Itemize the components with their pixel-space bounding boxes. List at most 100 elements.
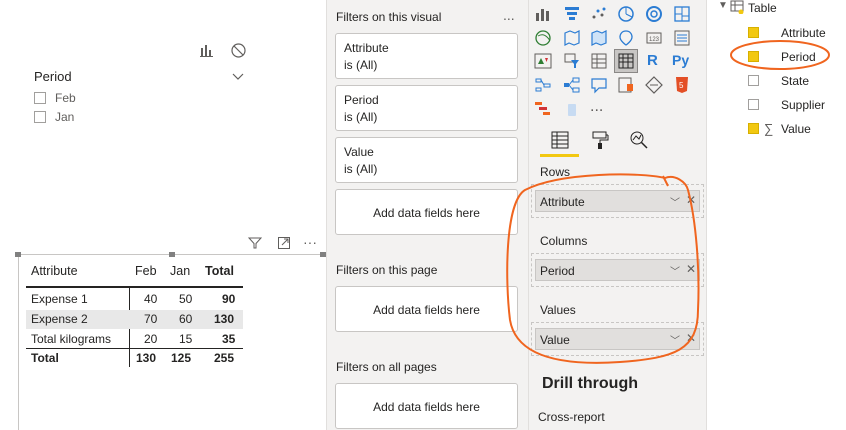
- analytics-icon[interactable]: [629, 130, 649, 153]
- field-label[interactable]: State: [781, 74, 809, 88]
- collapse-caret-icon[interactable]: ▼: [718, 0, 728, 11]
- table-row[interactable]: Total kilograms 20 15 35: [26, 330, 243, 349]
- scatter-chart-icon[interactable]: [590, 5, 608, 23]
- cell: 50: [179, 292, 193, 306]
- cross-report-label: Cross-report: [538, 410, 605, 424]
- cell-total: 35: [222, 332, 236, 346]
- cell: 70: [144, 312, 158, 326]
- slicer-icon[interactable]: [563, 52, 581, 70]
- more-visuals-icon[interactable]: ...: [590, 98, 603, 116]
- donut-chart-icon[interactable]: [645, 5, 663, 23]
- slicer-checkbox[interactable]: [34, 111, 46, 123]
- multirow-card-icon[interactable]: [673, 29, 691, 47]
- treemap-icon[interactable]: [673, 5, 691, 23]
- field-checkbox-value[interactable]: [748, 123, 759, 134]
- filter-card-state: is (All): [344, 110, 378, 124]
- kpi-icon[interactable]: [534, 52, 552, 70]
- row-label: Total kilograms: [31, 332, 112, 346]
- matrix-icon-selected[interactable]: [614, 49, 638, 73]
- narrative-icon[interactable]: [617, 76, 635, 94]
- filter-card-value[interactable]: Value is (All): [335, 137, 518, 183]
- filter-card-state: is (All): [344, 162, 378, 176]
- html-content-icon[interactable]: 5: [673, 76, 691, 94]
- table-row[interactable]: Expense 2 70 60 130: [26, 310, 243, 329]
- pie-chart-icon[interactable]: [617, 5, 635, 23]
- python-visual-icon[interactable]: Py: [672, 52, 689, 68]
- decomposition-tree-icon[interactable]: [563, 76, 581, 94]
- field-checkbox-state[interactable]: [748, 75, 759, 86]
- filter-card-attribute[interactable]: Attribute is (All): [335, 33, 518, 79]
- r-visual-icon[interactable]: R: [647, 52, 658, 69]
- filter-icon[interactable]: [247, 236, 263, 253]
- resize-handle[interactable]: [15, 252, 21, 257]
- map-icon[interactable]: [534, 29, 552, 47]
- field-checkbox-attribute[interactable]: [748, 27, 759, 38]
- field-label[interactable]: Value: [781, 122, 811, 136]
- slicer-title: Period: [34, 69, 72, 84]
- chart-format-icon[interactable]: [199, 42, 215, 61]
- cell-total: 255: [214, 351, 235, 365]
- table-icon[interactable]: [590, 52, 608, 70]
- column-chart-icon[interactable]: [534, 5, 552, 23]
- column-header: Attribute: [31, 264, 78, 278]
- sigma-icon: ∑: [764, 121, 774, 136]
- table-row[interactable]: Expense 1 40 50 90: [26, 290, 243, 309]
- cell-total: 90: [222, 292, 236, 306]
- filters-all-pages-heading: Filters on all pages: [336, 360, 437, 374]
- cell: 125: [171, 351, 192, 365]
- visual-border: [18, 254, 19, 430]
- annotation-ellipse: [730, 40, 830, 70]
- format-paint-roller-icon[interactable]: [590, 130, 610, 153]
- table-icon: [730, 0, 744, 17]
- filter-card-name: Attribute: [344, 41, 389, 55]
- add-data-fields-visual[interactable]: Add data fields here: [335, 189, 518, 235]
- slicer-item-label: Jan: [55, 110, 75, 124]
- cell: 20: [144, 332, 158, 346]
- resize-handle[interactable]: [320, 252, 326, 257]
- gantt-visual-icon[interactable]: [534, 100, 552, 118]
- add-data-fields-all-pages[interactable]: Add data fields here: [335, 383, 518, 429]
- fields-tab-icon[interactable]: [550, 130, 570, 153]
- field-checkbox-supplier[interactable]: [748, 99, 759, 110]
- cell: 15: [179, 332, 193, 346]
- resize-handle[interactable]: [169, 252, 175, 257]
- svg-text:123: 123: [649, 37, 660, 43]
- chevron-down-icon[interactable]: [232, 70, 244, 84]
- paginated-report-icon[interactable]: [645, 76, 663, 94]
- field-label[interactable]: Supplier: [781, 98, 825, 112]
- slicer-item-label: Feb: [55, 91, 76, 105]
- column-header: Feb: [135, 264, 157, 278]
- cell-total: 130: [214, 312, 235, 326]
- custom-visual-icon[interactable]: [563, 100, 581, 118]
- card-icon[interactable]: 123: [645, 29, 663, 47]
- column-header: Jan: [170, 264, 191, 278]
- clear-selections-icon[interactable]: [231, 43, 246, 61]
- filter-card-state: is (All): [344, 58, 378, 72]
- funnel-chart-icon[interactable]: [563, 5, 581, 23]
- azure-map-icon[interactable]: [617, 29, 635, 47]
- annotation-ellipse: [506, 173, 700, 364]
- cell: 130: [136, 351, 157, 365]
- filters-page-heading: Filters on this page: [336, 263, 438, 277]
- focus-mode-icon[interactable]: [277, 236, 291, 253]
- cell: 40: [144, 292, 158, 306]
- filled-map-icon[interactable]: [563, 29, 581, 47]
- filters-visual-heading: Filters on this visual: [336, 10, 442, 24]
- total-row[interactable]: Total 130 125 255: [26, 349, 243, 368]
- cell: 60: [179, 312, 193, 326]
- header-rule: [26, 286, 243, 288]
- more-options-icon[interactable]: ···: [303, 234, 317, 250]
- slicer-checkbox[interactable]: [34, 92, 46, 104]
- row-label: Total: [31, 351, 59, 365]
- filter-card-period[interactable]: Period is (All): [335, 85, 518, 131]
- qa-icon[interactable]: [590, 76, 608, 94]
- filter-card-name: Period: [344, 93, 379, 107]
- more-options-icon[interactable]: ...: [503, 7, 515, 23]
- svg-text:5: 5: [679, 81, 684, 90]
- row-label: Expense 1: [31, 292, 88, 306]
- filter-card-name: Value: [344, 145, 374, 159]
- key-influencers-icon[interactable]: [534, 76, 552, 94]
- add-data-fields-page[interactable]: Add data fields here: [335, 286, 518, 332]
- shape-map-icon[interactable]: [590, 29, 608, 47]
- table-name[interactable]: Table: [748, 1, 777, 15]
